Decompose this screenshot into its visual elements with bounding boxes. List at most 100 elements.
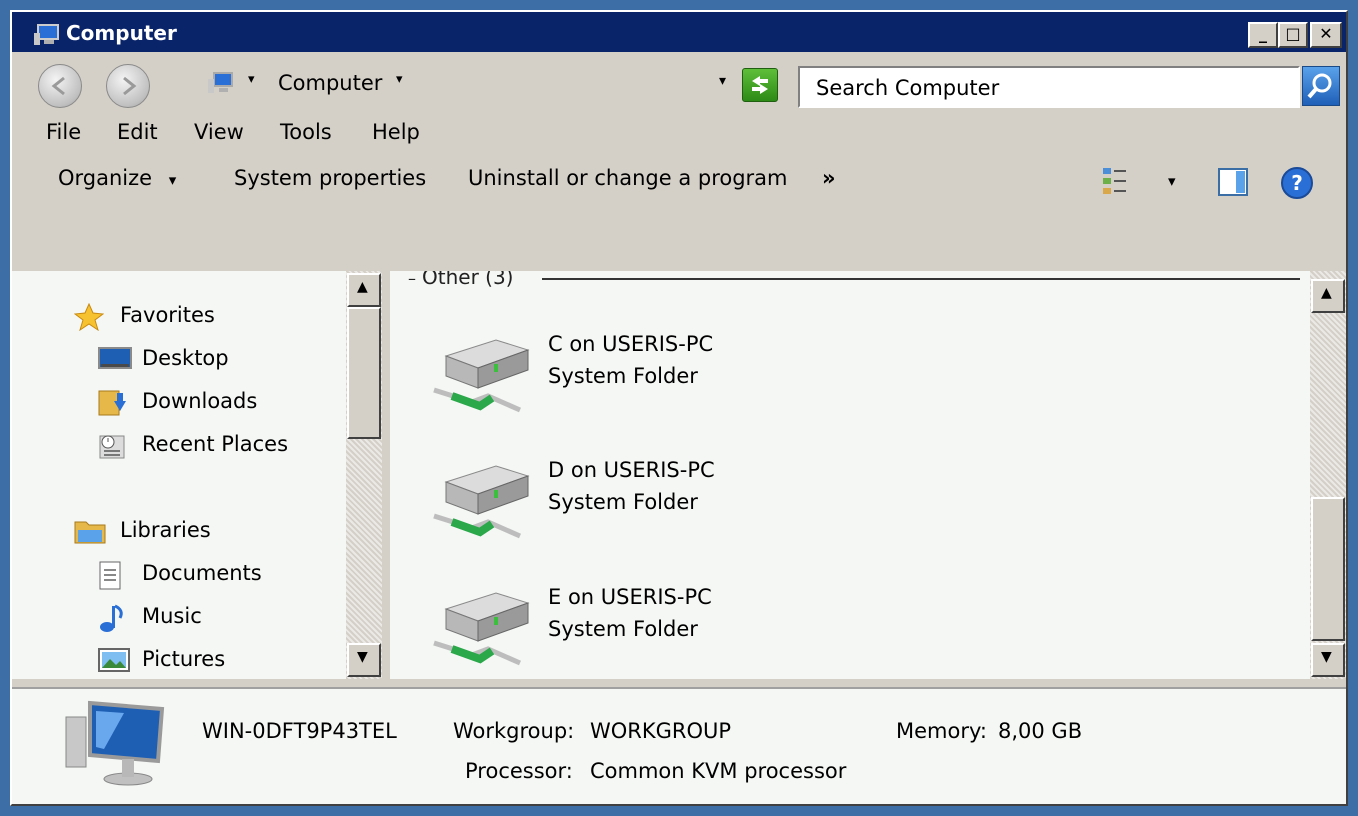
collapse-group-icon: – bbox=[408, 271, 416, 288]
computer-name: WIN-0DFT9P43TEL bbox=[202, 719, 397, 743]
nav-label-desktop: Desktop bbox=[142, 346, 229, 370]
content-scroll-down-glyph: ▼ bbox=[1321, 649, 1332, 665]
content-pane: –Other (3) C on USERIS-PC System Folder bbox=[390, 271, 1310, 679]
drive-type: System Folder bbox=[548, 617, 698, 641]
close-button[interactable]: ✕ bbox=[1310, 22, 1342, 48]
breadcrumb-separator[interactable]: ▾ bbox=[248, 72, 255, 87]
network-drive-icon bbox=[433, 339, 530, 413]
group-header-other[interactable]: – Other (3) bbox=[408, 271, 513, 289]
group-divider bbox=[542, 278, 1300, 280]
nav-label-documents: Documents bbox=[142, 561, 262, 585]
search-icon bbox=[1307, 73, 1332, 99]
nav-item-recent-places[interactable]: Recent Places bbox=[99, 432, 289, 459]
search-button[interactable] bbox=[1302, 66, 1340, 106]
back-icon bbox=[51, 76, 65, 96]
organize-dropdown-arrow: ▾ bbox=[168, 171, 177, 189]
processor-value: Common KVM processor bbox=[590, 759, 847, 783]
libraries-icon bbox=[74, 518, 106, 544]
menu-tools[interactable]: Tools bbox=[280, 120, 332, 144]
views-icon[interactable] bbox=[1102, 166, 1128, 196]
refresh-button[interactable] bbox=[742, 68, 778, 102]
back-button[interactable] bbox=[38, 64, 82, 108]
preview-pane-icon[interactable] bbox=[1218, 168, 1248, 196]
nav-item-music[interactable]: Music bbox=[100, 604, 202, 632]
details-pane: WIN-0DFT9P43TEL Workgroup: WORKGROUP Mem… bbox=[12, 687, 1346, 804]
computer-icon bbox=[206, 70, 234, 100]
menu-file[interactable]: File bbox=[46, 120, 81, 144]
content-scroll-thumb[interactable] bbox=[1311, 497, 1345, 641]
nav-item-favorites[interactable]: Favorites bbox=[73, 302, 215, 332]
breadcrumb-dropdown[interactable]: ▾ bbox=[396, 72, 403, 87]
drive-type: System Folder bbox=[548, 364, 698, 388]
network-drive-icon bbox=[433, 465, 530, 539]
recent-places-icon bbox=[98, 432, 126, 459]
nav-scroll-up-glyph: ▲ bbox=[357, 279, 368, 295]
forward-icon bbox=[123, 76, 137, 96]
nav-label-pictures: Pictures bbox=[142, 647, 226, 671]
title-bar[interactable]: Computer _ □ ✕ bbox=[12, 12, 1346, 52]
memory-label: Memory: bbox=[896, 719, 987, 743]
breadcrumb-computer[interactable]: Computer bbox=[278, 71, 382, 95]
drive-item-e[interactable]: E on USERIS-PC System Folder bbox=[432, 585, 932, 679]
drive-name: E on USERIS-PC bbox=[548, 585, 712, 609]
network-drive-icon bbox=[433, 592, 530, 666]
computer-icon bbox=[32, 23, 60, 45]
navigation-scrollbar[interactable]: ▲ ▼ bbox=[346, 271, 382, 679]
drive-type: System Folder bbox=[548, 490, 698, 514]
nav-label-recent-places: Recent Places bbox=[142, 432, 289, 456]
documents-icon bbox=[98, 561, 126, 590]
content-scrollbar[interactable]: ▲ ▼ bbox=[1310, 271, 1346, 679]
views-dropdown-arrow[interactable]: ▾ bbox=[1168, 172, 1176, 190]
navigation-pane: Favorites Desktop Downloads Recent Place… bbox=[12, 271, 346, 679]
nav-item-pictures[interactable]: Pictures bbox=[98, 647, 226, 672]
forward-button[interactable] bbox=[106, 64, 150, 108]
address-history-dropdown[interactable]: ▾ bbox=[719, 73, 726, 89]
drive-item-d[interactable]: D on USERIS-PC System Folder bbox=[432, 458, 932, 558]
refresh-icon bbox=[752, 76, 768, 94]
nav-label-music: Music bbox=[142, 604, 202, 628]
pictures-icon bbox=[98, 647, 130, 673]
search-input[interactable]: Search Computer bbox=[798, 66, 1300, 108]
nav-item-desktop[interactable]: Desktop bbox=[98, 346, 229, 370]
nav-scroll-up-button[interactable]: ▲ bbox=[347, 273, 381, 307]
nav-item-libraries[interactable]: Libraries bbox=[74, 518, 211, 544]
organize-label: Organize bbox=[58, 166, 153, 190]
drive-name: C on USERIS-PC bbox=[548, 332, 714, 356]
explorer-window: Computer _ □ ✕ ▾ Computer ▾ ▾ Search Com… bbox=[10, 10, 1348, 806]
search-placeholder: Search Computer bbox=[816, 76, 1000, 100]
nav-item-documents[interactable]: Documents bbox=[99, 561, 262, 590]
organize-button[interactable]: Organize ▾ bbox=[58, 166, 176, 190]
menu-edit[interactable]: Edit bbox=[117, 120, 158, 144]
music-icon bbox=[98, 604, 126, 632]
menu-bar: File Edit View Tools Help bbox=[12, 112, 1346, 154]
address-bar[interactable]: ▾ Computer ▾ ▾ bbox=[198, 64, 732, 104]
content-scroll-up-glyph: ▲ bbox=[1321, 285, 1332, 301]
svg-text:?: ? bbox=[1291, 171, 1303, 195]
pane-splitter[interactable] bbox=[382, 271, 390, 679]
system-properties-button[interactable]: System properties bbox=[234, 166, 426, 190]
minimize-button[interactable]: _ bbox=[1248, 22, 1278, 48]
nav-scroll-down-button[interactable]: ▼ bbox=[347, 643, 381, 677]
uninstall-program-button[interactable]: Uninstall or change a program bbox=[468, 166, 788, 190]
window-title: Computer bbox=[66, 21, 177, 45]
drive-item-c[interactable]: C on USERIS-PC System Folder bbox=[432, 332, 932, 432]
nav-scroll-down-glyph: ▼ bbox=[357, 649, 368, 665]
computer-icon bbox=[64, 697, 168, 789]
menu-help[interactable]: Help bbox=[372, 120, 420, 144]
nav-scroll-thumb[interactable] bbox=[347, 307, 381, 439]
memory-value: 8,00 GB bbox=[998, 719, 1083, 743]
nav-item-downloads[interactable]: Downloads bbox=[98, 389, 257, 416]
content-scroll-up-button[interactable]: ▲ bbox=[1311, 279, 1345, 313]
downloads-icon bbox=[98, 389, 126, 416]
menu-view[interactable]: View bbox=[194, 120, 244, 144]
help-icon[interactable]: ? bbox=[1280, 166, 1314, 200]
content-scroll-down-button[interactable]: ▼ bbox=[1311, 643, 1345, 677]
command-bar: Organize ▾ System properties Uninstall o… bbox=[12, 154, 1346, 212]
nav-label-favorites: Favorites bbox=[120, 303, 215, 327]
maximize-button[interactable]: □ bbox=[1278, 22, 1308, 48]
workgroup-label: Workgroup: bbox=[453, 719, 575, 743]
processor-label: Processor: bbox=[465, 759, 573, 783]
star-icon bbox=[73, 302, 105, 332]
group-header-label: Other (3) bbox=[422, 271, 514, 289]
more-commands-button[interactable]: » bbox=[822, 166, 836, 190]
